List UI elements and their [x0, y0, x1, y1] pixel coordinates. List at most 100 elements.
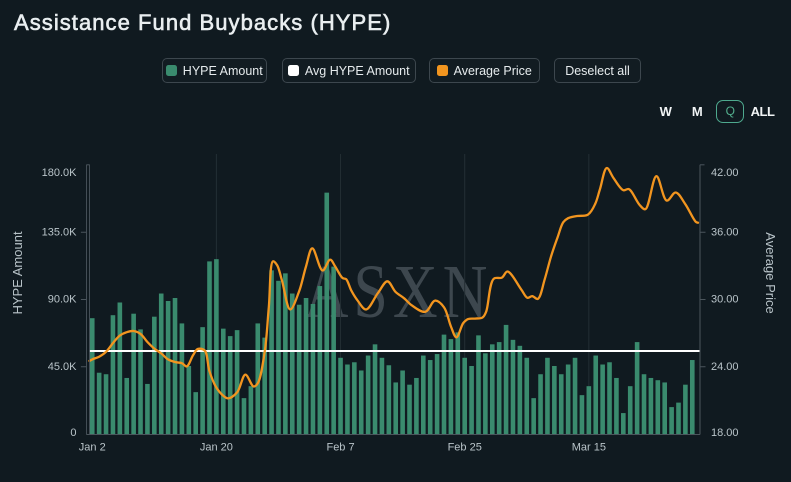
bar-mar-2[interactable] — [497, 342, 502, 434]
bar-mar-15[interactable] — [587, 386, 592, 434]
bar-jan-25[interactable] — [249, 386, 254, 434]
bar-mar-11[interactable] — [559, 374, 564, 434]
x-axis-labels: Jan 2 Jan 20 Feb 7 Feb 25 Mar 15 — [79, 442, 606, 454]
bar-jan-21[interactable] — [221, 329, 226, 434]
bar-feb-18[interactable] — [414, 378, 419, 434]
bar-jan-2[interactable] — [90, 318, 95, 434]
bar-mar-4[interactable] — [511, 340, 516, 434]
bar-jan-11[interactable] — [152, 317, 157, 434]
bar-feb-21[interactable] — [435, 354, 440, 434]
bar-jan-12[interactable] — [159, 294, 164, 434]
bar-feb-1[interactable] — [297, 305, 302, 434]
right-tick-42.00: 42.00 — [711, 167, 739, 179]
x-tick-jan-2: Jan 2 — [79, 442, 106, 454]
left-tick-45.0K: 45.0K — [48, 361, 77, 373]
bar-mar-9[interactable] — [545, 358, 550, 434]
bar-feb-25[interactable] — [462, 358, 467, 434]
bar-mar-10[interactable] — [552, 366, 557, 434]
bar-mar-30[interactable] — [690, 360, 695, 434]
bar-feb-24[interactable] — [455, 332, 460, 434]
bar-feb-23[interactable] — [449, 339, 454, 434]
bar-feb-15[interactable] — [393, 382, 398, 434]
bar-mar-5[interactable] — [518, 346, 523, 434]
bar-mar-25[interactable] — [656, 380, 661, 434]
right-tick-24.00: 24.00 — [711, 361, 739, 373]
bar-feb-28[interactable] — [483, 353, 488, 434]
bar-mar-24[interactable] — [649, 378, 654, 434]
bar-feb-8[interactable] — [345, 365, 350, 434]
bar-feb-14[interactable] — [387, 365, 392, 434]
bar-mar-13[interactable] — [573, 358, 578, 434]
bar-feb-10[interactable] — [359, 370, 364, 434]
left-tick-135.0K: 135.0K — [42, 226, 78, 238]
x-tick-feb-7: Feb 7 — [326, 442, 354, 454]
bar-jan-9[interactable] — [138, 329, 143, 434]
bar-jan-10[interactable] — [145, 384, 150, 434]
bar-mar-22[interactable] — [635, 342, 640, 434]
bar-mar-19[interactable] — [614, 378, 619, 434]
bar-mar-21[interactable] — [628, 386, 633, 434]
bar-feb-11[interactable] — [366, 356, 371, 434]
bar-mar-1[interactable] — [490, 344, 495, 434]
bar-jan-5[interactable] — [111, 315, 116, 434]
bar-mar-16[interactable] — [593, 356, 598, 434]
bar-jan-20[interactable] — [214, 259, 219, 434]
bar-jan-15[interactable] — [180, 323, 185, 434]
bar-feb-2[interactable] — [304, 298, 309, 434]
bar-mar-29[interactable] — [683, 385, 688, 434]
bar-feb-12[interactable] — [373, 344, 378, 434]
bar-feb-13[interactable] — [380, 358, 385, 434]
bar-mar-14[interactable] — [580, 395, 585, 434]
bar-jan-7[interactable] — [124, 378, 129, 434]
right-tick-18.00: 18.00 — [711, 427, 739, 439]
bar-feb-3[interactable] — [311, 304, 316, 434]
bar-jan-24[interactable] — [242, 398, 247, 434]
bar-jan-16[interactable] — [187, 366, 192, 434]
bar-feb-17[interactable] — [407, 385, 412, 434]
bar-mar-20[interactable] — [621, 413, 626, 434]
left-tick-90.0K: 90.0K — [48, 294, 77, 306]
bar-mar-8[interactable] — [538, 374, 543, 434]
left-axis-labels: 0 45.0K 90.0K 135.0K 180.0K — [42, 167, 78, 439]
bar-mar-12[interactable] — [566, 365, 571, 434]
bar-jan-17[interactable] — [193, 392, 198, 434]
bar-mar-7[interactable] — [531, 398, 536, 434]
bar-jan-31[interactable] — [290, 294, 295, 434]
x-tick-mar-15: Mar 15 — [572, 442, 606, 454]
bar-mar-3[interactable] — [504, 325, 509, 434]
bar-mar-17[interactable] — [600, 365, 605, 434]
bar-feb-9[interactable] — [352, 362, 357, 434]
chart-canvas[interactable]: ASXN045.0K90.0K135.0K180.0K18.0024.0030.… — [0, 0, 791, 482]
bar-mar-6[interactable] — [524, 358, 529, 434]
right-axis-title: Average Price — [763, 232, 778, 313]
bar-feb-22[interactable] — [442, 335, 447, 434]
bar-mar-26[interactable] — [662, 382, 667, 434]
bar-mar-28[interactable] — [676, 403, 681, 434]
bar-mar-23[interactable] — [642, 374, 647, 434]
bar-mar-18[interactable] — [607, 362, 612, 434]
bar-feb-19[interactable] — [421, 356, 426, 434]
bar-feb-7[interactable] — [338, 358, 343, 434]
bar-jan-19[interactable] — [207, 261, 212, 434]
left-tick-180.0K: 180.0K — [42, 167, 78, 179]
bar-feb-4[interactable] — [318, 286, 323, 434]
bar-jan-13[interactable] — [166, 301, 171, 434]
bar-feb-20[interactable] — [428, 360, 433, 434]
bar-jan-18[interactable] — [200, 327, 205, 434]
right-axis-labels: 18.00 24.00 30.00 36.00 42.00 — [711, 167, 739, 439]
bar-jan-3[interactable] — [97, 373, 102, 434]
left-tick-0: 0 — [70, 427, 76, 439]
bar-jan-14[interactable] — [173, 298, 178, 434]
bar-feb-5[interactable] — [324, 193, 329, 434]
x-tick-jan-20: Jan 20 — [200, 442, 233, 454]
bar-mar-27[interactable] — [669, 407, 674, 434]
bar-jan-29[interactable] — [276, 281, 281, 434]
bar-feb-26[interactable] — [469, 366, 474, 434]
x-tick-feb-25: Feb 25 — [448, 442, 482, 454]
bar-feb-16[interactable] — [400, 370, 405, 434]
bar-jan-6[interactable] — [118, 302, 123, 434]
bar-jan-23[interactable] — [235, 330, 240, 434]
bar-jan-4[interactable] — [104, 374, 109, 434]
right-tick-30.00: 30.00 — [711, 294, 739, 306]
right-tick-36.00: 36.00 — [711, 226, 739, 238]
